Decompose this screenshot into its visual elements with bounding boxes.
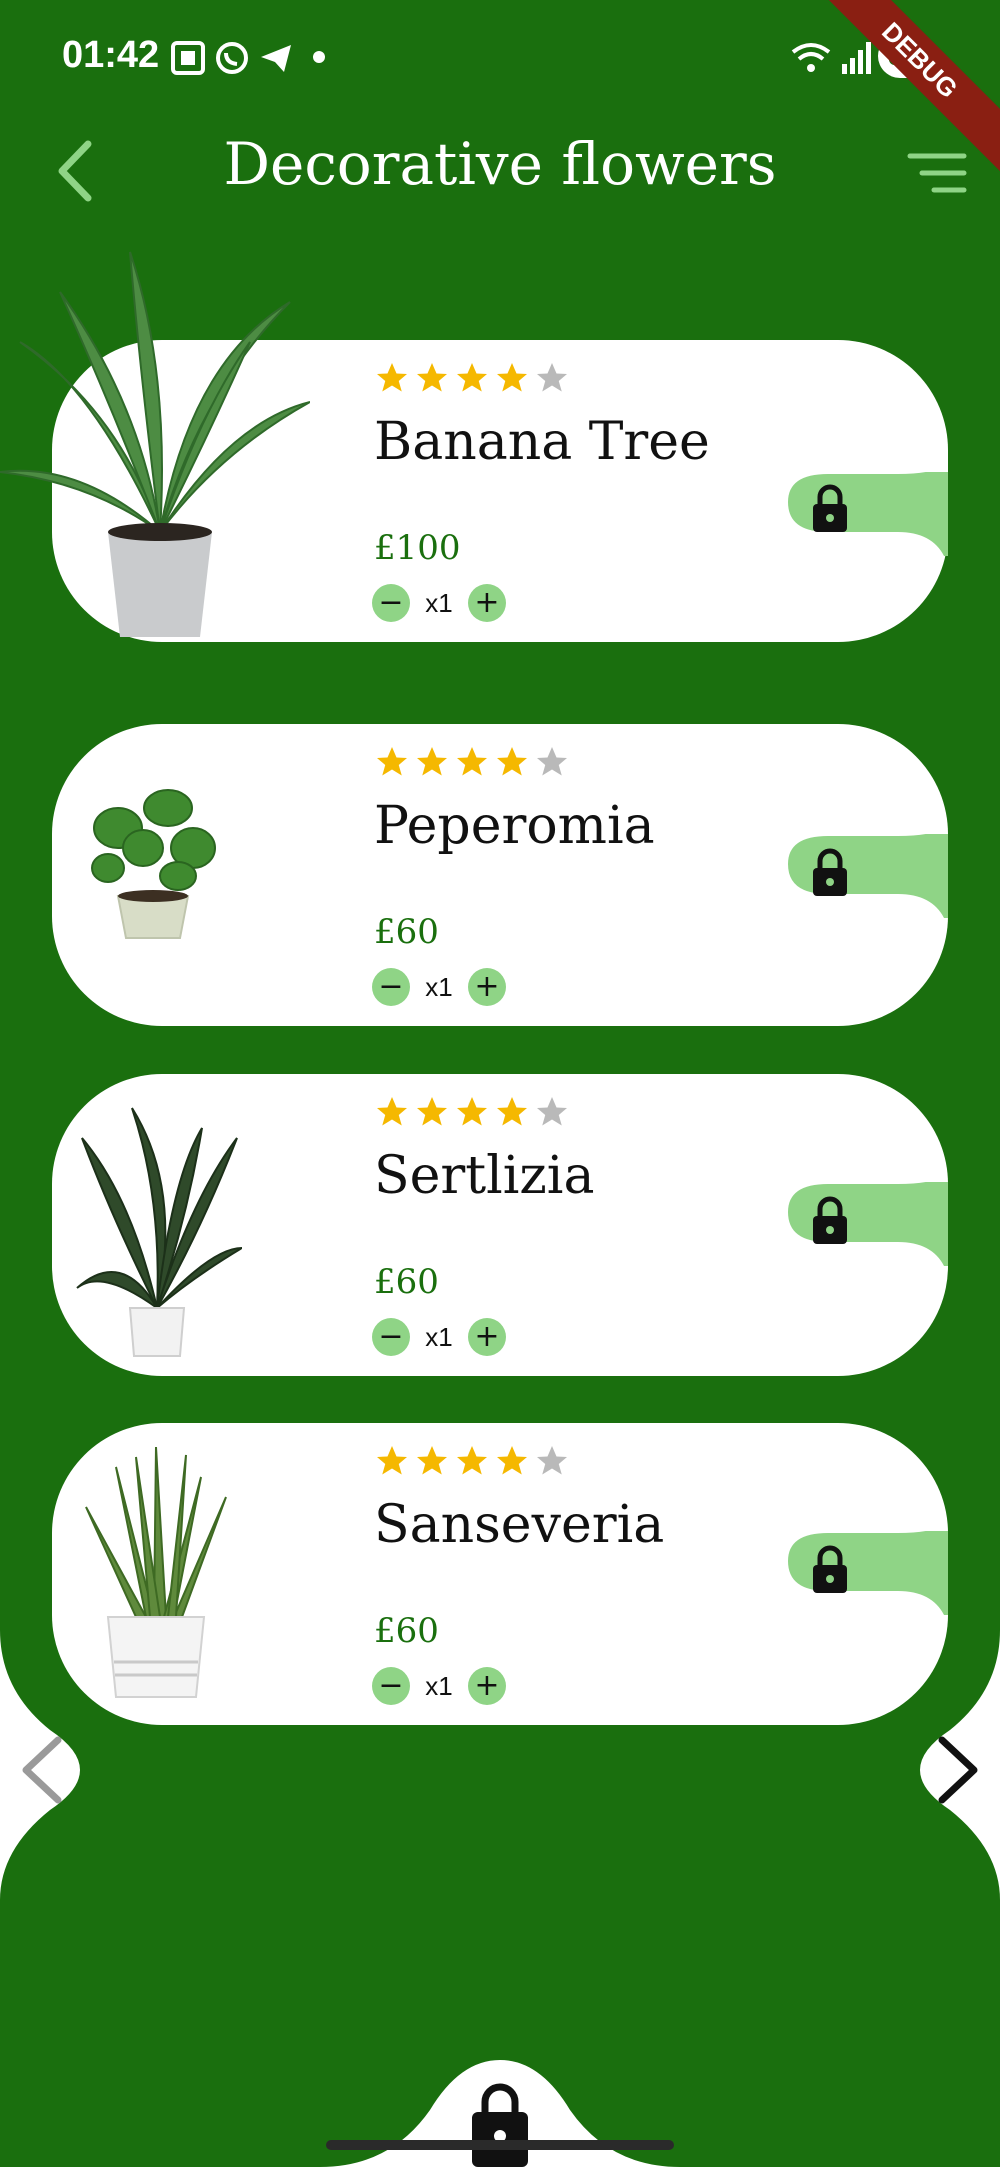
rating-stars — [374, 1094, 570, 1134]
product-price: £60 — [374, 1611, 439, 1651]
star-icon — [457, 1446, 487, 1475]
product-name: Sertlizia — [374, 1146, 595, 1206]
rating-stars — [374, 1443, 570, 1483]
decrease-button[interactable]: − — [372, 1667, 410, 1705]
rating-stars — [374, 744, 570, 784]
wifi-icon — [791, 43, 831, 72]
quantity-stepper: − x1 + — [372, 968, 506, 1006]
rating-stars — [374, 360, 570, 400]
star-icon — [377, 363, 407, 392]
lock-icon — [813, 1545, 847, 1593]
increase-button[interactable]: + — [468, 1667, 506, 1705]
star-empty-icon — [537, 747, 567, 776]
notification-dot-icon — [313, 51, 325, 63]
decrease-button[interactable]: − — [372, 584, 410, 622]
product-card[interactable]: Peperomia £60 − x1 + — [52, 724, 948, 1026]
star-icon — [377, 1446, 407, 1475]
decrease-button[interactable]: − — [372, 1318, 410, 1356]
star-empty-icon — [537, 363, 567, 392]
menu-button[interactable] — [904, 148, 968, 198]
increase-button[interactable]: + — [468, 584, 506, 622]
star-icon — [497, 747, 527, 776]
star-icon — [457, 363, 487, 392]
lock-icon — [813, 848, 847, 896]
product-name: Peperomia — [374, 796, 655, 856]
lock-icon — [813, 1196, 847, 1244]
decrease-button[interactable]: − — [372, 968, 410, 1006]
quantity-value: x1 — [425, 587, 453, 618]
star-icon — [417, 363, 447, 392]
whatsapp-icon — [216, 42, 248, 74]
status-time: 01:42 — [62, 34, 160, 76]
star-icon — [497, 1097, 527, 1126]
quantity-stepper: − x1 + — [372, 584, 506, 622]
screenshot-icon — [171, 41, 205, 75]
star-icon — [497, 1446, 527, 1475]
banana-tree-image — [0, 251, 310, 637]
page-title: Decorative flowers — [223, 130, 777, 198]
quantity-value: x1 — [425, 971, 453, 1002]
star-empty-icon — [537, 1446, 567, 1475]
increase-button[interactable]: + — [468, 1318, 506, 1356]
star-icon — [417, 747, 447, 776]
app-header: Decorative flowers — [0, 110, 1000, 230]
status-bar: 01:42 52 DEBUG — [0, 0, 1000, 182]
quantity-stepper: − x1 + — [372, 1667, 506, 1705]
product-name: Sanseveria — [374, 1495, 665, 1555]
product-price: £100 — [374, 528, 461, 568]
star-icon — [457, 747, 487, 776]
home-indicator[interactable] — [326, 2140, 674, 2150]
star-empty-icon — [537, 1097, 567, 1126]
next-page-button[interactable] — [900, 1630, 1000, 1900]
star-icon — [457, 1097, 487, 1126]
previous-page-button[interactable] — [0, 1630, 100, 1900]
star-icon — [497, 363, 527, 392]
quantity-stepper: − x1 + — [372, 1318, 506, 1356]
star-icon — [417, 1097, 447, 1126]
product-price: £60 — [374, 1262, 439, 1302]
quantity-value: x1 — [425, 1321, 453, 1352]
sanseveria-image — [85, 1447, 227, 1698]
star-icon — [377, 747, 407, 776]
star-icon — [377, 1097, 407, 1126]
peperomia-image — [91, 789, 216, 939]
lock-icon — [813, 484, 847, 532]
telegram-icon — [261, 45, 291, 72]
signal-icon — [842, 42, 871, 74]
quantity-value: x1 — [425, 1670, 453, 1701]
sertlizia-image — [76, 1107, 242, 1357]
increase-button[interactable]: + — [468, 968, 506, 1006]
star-icon — [417, 1446, 447, 1475]
product-card[interactable]: Banana Tree £100 − x1 + — [0, 251, 948, 642]
product-card[interactable]: Sanseveria £60 − x1 + — [52, 1423, 948, 1725]
product-price: £60 — [374, 912, 439, 952]
product-card[interactable]: Sertlizia £60 − x1 + — [52, 1074, 948, 1376]
product-name: Banana Tree — [374, 412, 710, 472]
